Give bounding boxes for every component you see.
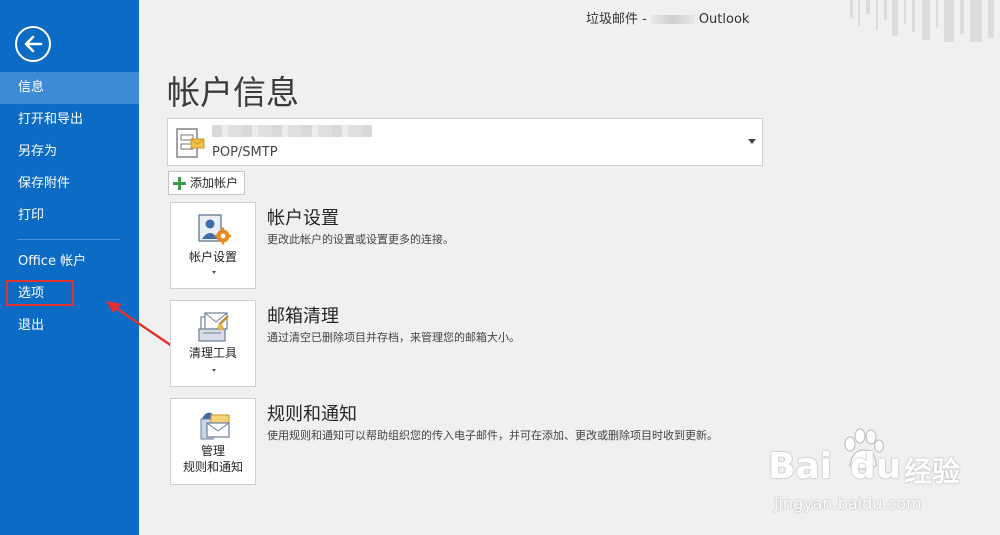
manage-rules-tile-label-line1: 管理 — [200, 444, 225, 458]
nav-item-save-attachments[interactable]: 保存附件 — [0, 168, 139, 200]
nav-item-save-as[interactable]: 另存为 — [0, 136, 139, 168]
baidu-jingyan-watermark: Bai du 经验 jingyan.baidu.com — [768, 428, 998, 523]
nav-item-office-account[interactable]: Office 帐户 — [0, 246, 139, 278]
watermark-site-cn: 经验 — [904, 455, 961, 488]
account-settings-title: 帐户设置 — [267, 208, 339, 229]
cleanup-tools-tile[interactable]: 清理工具 — [170, 300, 256, 387]
watermark-brand-du: du — [850, 446, 902, 487]
redacted-account-name — [650, 15, 695, 24]
nav-item-info[interactable]: 信息 — [0, 72, 139, 104]
options-highlight-box — [6, 280, 74, 306]
window-title-suffix: Outlook — [698, 12, 750, 27]
manage-rules-tile-label-line2: 规则和通知 — [182, 460, 243, 474]
rules-alerts-icon — [200, 412, 230, 440]
account-settings-tile-label: 帐户设置 — [188, 250, 237, 264]
office-decoration-pattern — [850, 0, 994, 42]
rules-alerts-title: 规则和通知 — [267, 404, 357, 425]
cleanup-tools-tile-label: 清理工具 — [188, 346, 237, 360]
backstage-sidebar: 信息 打开和导出 另存为 保存附件 打印 Office 帐户 选项 退出 — [0, 0, 139, 535]
chevron-down-icon[interactable] — [748, 139, 756, 144]
manage-rules-tile[interactable]: 管理 规则和通知 — [170, 398, 256, 485]
mailbox-account-icon — [176, 128, 205, 158]
caret-down-icon — [212, 369, 216, 372]
account-selector[interactable]: POP/SMTP — [167, 118, 763, 166]
watermark-url: jingyan.baidu.com — [774, 494, 922, 513]
account-settings-tile[interactable]: 帐户设置 — [170, 202, 256, 289]
nav-item-print[interactable]: 打印 — [0, 200, 139, 232]
window-title-prefix: 垃圾邮件 - — [586, 12, 647, 27]
account-settings-description: 更改此帐户的设置或设置更多的连接。 — [267, 233, 454, 246]
back-button[interactable] — [15, 26, 51, 62]
page-title: 帐户信息 — [167, 73, 299, 112]
red-annotation-arrow — [106, 301, 173, 347]
account-type: POP/SMTP — [212, 145, 278, 160]
redacted-email-address — [212, 125, 372, 137]
plus-icon — [173, 176, 186, 190]
caret-down-icon — [212, 271, 216, 274]
mailbox-cleanup-title: 邮箱清理 — [267, 306, 339, 327]
rules-alerts-description: 使用规则和通知可以帮助组织您的传入电子邮件，并可在添加、更改或删除项目时收到更新… — [267, 429, 718, 442]
nav-item-open-export[interactable]: 打开和导出 — [0, 104, 139, 136]
add-account-label: 添加帐户 — [190, 176, 239, 190]
mailbox-cleanup-description: 通过清空已删除项目并存档，来管理您的邮箱大小。 — [267, 331, 520, 344]
cleanup-tools-icon — [198, 312, 229, 342]
watermark-brand: Bai — [768, 446, 833, 487]
nav-divider — [17, 239, 120, 240]
window-title: 垃圾邮件 - Outlook — [586, 8, 749, 27]
account-settings-icon — [198, 214, 231, 245]
back-arrow-icon — [24, 35, 43, 53]
add-account-button[interactable]: 添加帐户 — [168, 171, 246, 195]
